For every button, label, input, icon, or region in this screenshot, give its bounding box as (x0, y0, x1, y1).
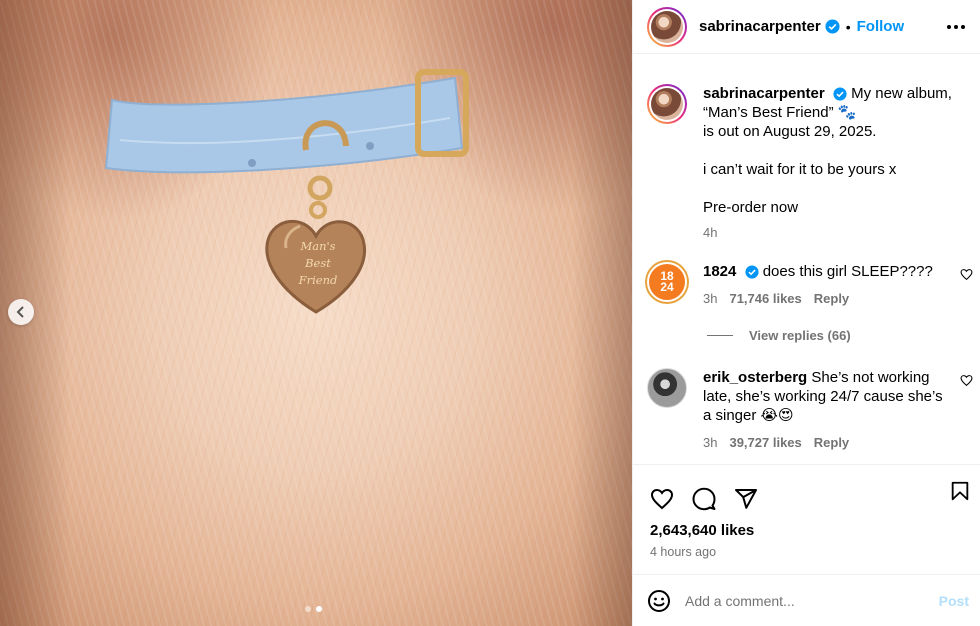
comment-icon[interactable] (691, 487, 717, 511)
tag-engraving: Man's Best Friend (282, 238, 354, 289)
post-caption: sabrinacarpenter My new album, “Man’s Be… (647, 84, 967, 242)
post-comment-button[interactable]: Post (939, 593, 969, 609)
carousel-dots (305, 606, 322, 612)
comment-like-icon[interactable] (960, 374, 973, 387)
comment-item: erik_osterberg She’s not working late, s… (647, 368, 980, 452)
verified-icon (833, 87, 847, 101)
post-actions: 2,643,640 likes 4 hours ago (633, 464, 980, 559)
bookmark-icon[interactable] (949, 479, 971, 503)
verified-icon (744, 265, 759, 279)
caption-time: 4h (703, 225, 718, 240)
view-replies-button[interactable]: View replies (66) (707, 328, 851, 343)
author-avatar[interactable] (647, 6, 687, 47)
carousel-dot-2 (316, 606, 322, 612)
tag-line-3: Friend (298, 273, 338, 287)
heart-icon[interactable] (649, 487, 675, 511)
comment-time: 3h (703, 291, 718, 306)
caption-line-1: My new album, (851, 85, 952, 102)
comment-username[interactable]: erik_osterberg (703, 369, 807, 386)
header-separator: • (845, 18, 851, 35)
post-time: 4 hours ago (650, 545, 717, 559)
comment-avatar[interactable]: 18 24 (647, 262, 687, 302)
comment-likes[interactable]: 39,727 likes (729, 433, 801, 452)
chevron-left-icon (16, 306, 24, 318)
comment-reply-button[interactable]: Reply (814, 433, 849, 452)
carousel-prev-button[interactable] (8, 299, 34, 325)
tag-line-2: Best (305, 256, 331, 270)
post-panel: sabrinacarpenter • Follow sabrinacarpent… (632, 0, 980, 626)
comment-reply-button[interactable]: Reply (814, 289, 849, 308)
comment-time: 3h (703, 435, 718, 450)
emoji-icon[interactable] (647, 589, 671, 613)
more-icon[interactable] (946, 18, 966, 36)
follow-button[interactable]: Follow (857, 18, 905, 35)
verified-icon (825, 19, 840, 34)
caption-avatar[interactable] (647, 84, 687, 124)
author-username[interactable]: sabrinacarpenter (699, 18, 821, 35)
caption-line-5: Pre-order now (703, 199, 799, 216)
caption-line-2: “Man’s Best Friend” 🐾 (703, 104, 857, 121)
tag-line-1: Man's (300, 239, 336, 253)
post-header: sabrinacarpenter • Follow (633, 0, 980, 54)
carousel-dot-1 (305, 606, 311, 612)
view-replies-label: View replies (66) (749, 328, 851, 343)
caption-line-4: i can’t wait for it to be yours x (703, 161, 897, 178)
comment-avatar-text: 18 24 (660, 269, 674, 294)
comment-avatar[interactable] (647, 368, 687, 408)
comment-like-icon[interactable] (960, 268, 973, 281)
comment-text: does this girl SLEEP???? (762, 263, 933, 280)
caption-username[interactable]: sabrinacarpenter (703, 85, 825, 102)
collar-illustration (104, 69, 469, 314)
comment-likes[interactable]: 71,746 likes (729, 289, 801, 308)
comment-username[interactable]: 1824 (703, 263, 736, 280)
share-icon[interactable] (733, 487, 759, 511)
comment-item: 18 24 1824 does this girl SLEEP???? 3h 7… (647, 262, 980, 308)
comment-input[interactable] (685, 592, 915, 609)
likes-count[interactable]: 2,643,640 likes (633, 522, 980, 539)
comment-composer: Post (633, 574, 980, 626)
post-media: Man's Best Friend (0, 0, 632, 626)
caption-line-3: is out on August 29, 2025. (703, 123, 877, 140)
